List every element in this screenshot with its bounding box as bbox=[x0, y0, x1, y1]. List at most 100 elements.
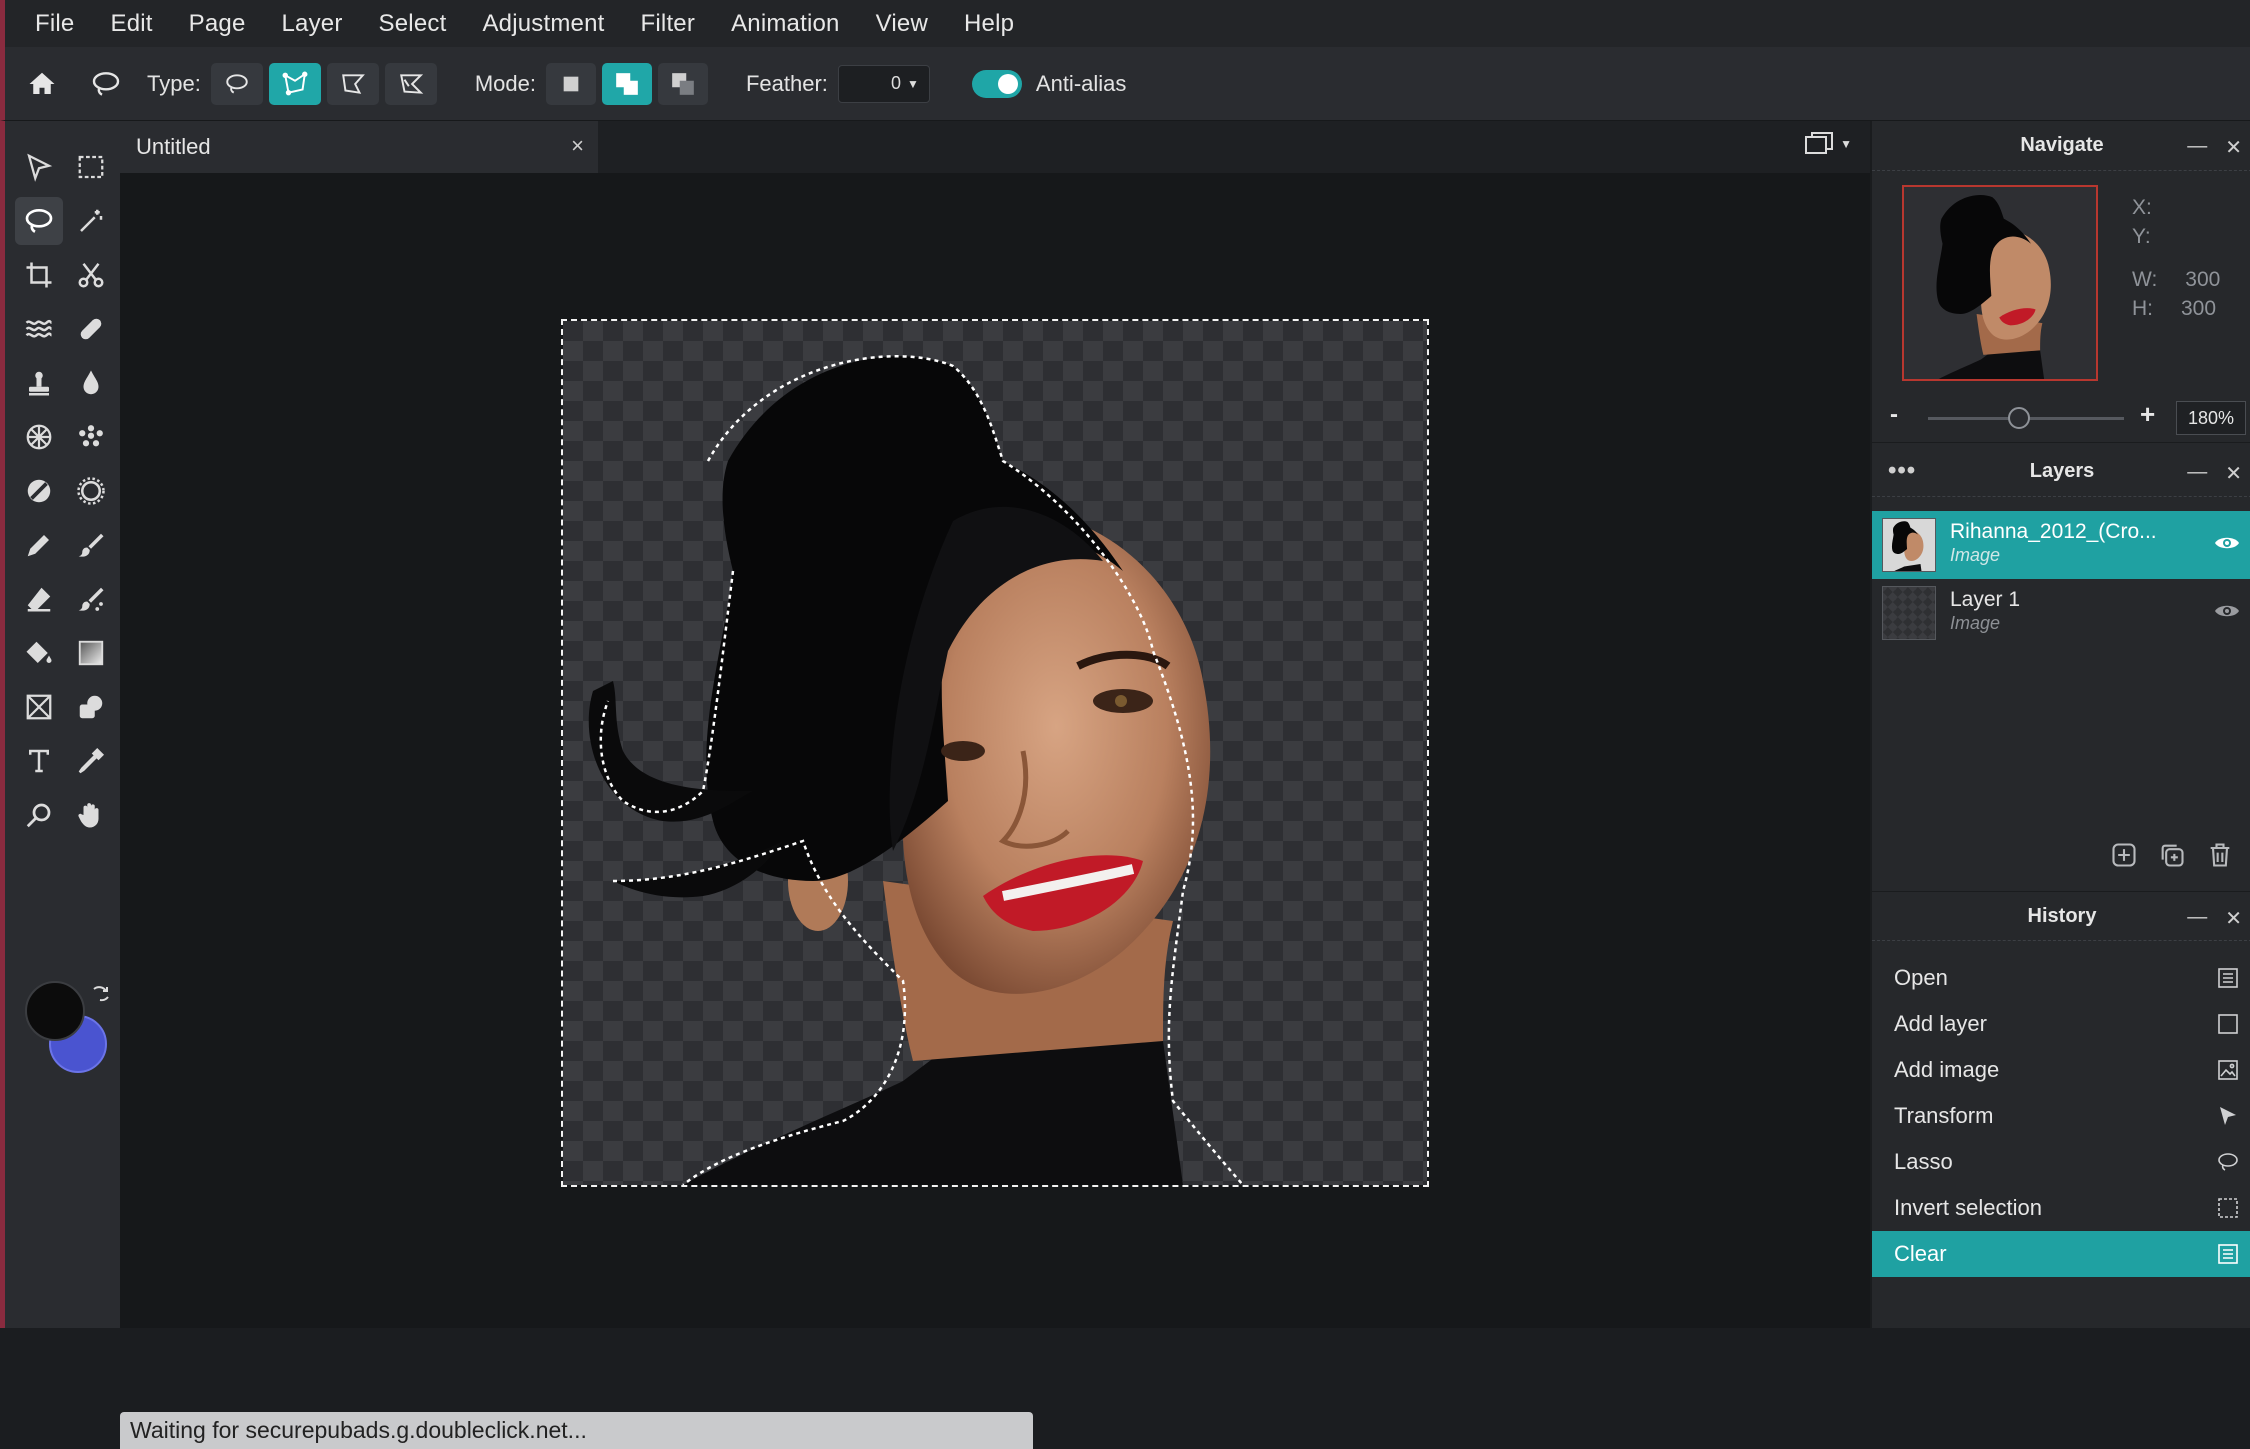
history-item[interactable]: Invert selection bbox=[1872, 1185, 2250, 1231]
menu-filter[interactable]: Filter bbox=[641, 10, 696, 38]
layer-row[interactable]: Layer 1 Image bbox=[1872, 579, 2250, 647]
zoom-out-button[interactable]: - bbox=[1890, 401, 1898, 429]
zoom-slider-knob[interactable] bbox=[2008, 407, 2030, 429]
options-bar: Type: Mode: Feather: 0 ▼ Anti-alias bbox=[0, 47, 2250, 121]
mode-new-button[interactable] bbox=[545, 62, 596, 105]
history-item-label: Add image bbox=[1894, 1057, 2000, 1082]
feather-input[interactable]: 0 ▼ bbox=[837, 64, 930, 103]
zoom-value-input[interactable]: 180% bbox=[2176, 401, 2246, 435]
menu-help[interactable]: Help bbox=[964, 10, 1014, 38]
close-icon[interactable]: ✕ bbox=[2225, 461, 2242, 486]
brush-icon[interactable] bbox=[67, 521, 115, 569]
close-icon[interactable]: ✕ bbox=[2225, 906, 2242, 931]
menu-animation[interactable]: Animation bbox=[731, 10, 840, 38]
lasso-tool-icon[interactable] bbox=[15, 197, 63, 245]
text-tool-icon[interactable] bbox=[15, 737, 63, 785]
minimize-icon[interactable]: — bbox=[2187, 135, 2207, 160]
trash-icon[interactable] bbox=[2206, 841, 2234, 874]
menu-edit[interactable]: Edit bbox=[110, 10, 152, 38]
close-icon[interactable]: × bbox=[571, 133, 584, 159]
scissors-icon[interactable] bbox=[67, 251, 115, 299]
history-item-label: Transform bbox=[1894, 1103, 1994, 1128]
history-item[interactable]: Add layer bbox=[1872, 1001, 2250, 1047]
stamp-icon[interactable] bbox=[15, 359, 63, 407]
menu-adjustment[interactable]: Adjustment bbox=[482, 10, 604, 38]
crop-tool-icon[interactable] bbox=[15, 251, 63, 299]
move-tool-icon[interactable] bbox=[15, 143, 63, 191]
menu-layer[interactable]: Layer bbox=[282, 10, 343, 38]
close-icon[interactable]: ✕ bbox=[2225, 135, 2242, 160]
history-title: History bbox=[2027, 904, 2097, 927]
navigate-panel-header: Navigate — ✕ bbox=[1872, 121, 2250, 171]
blur-icon[interactable] bbox=[67, 413, 115, 461]
portrait-image bbox=[588, 355, 1244, 1185]
menu-select[interactable]: Select bbox=[379, 10, 447, 38]
shape-icon[interactable] bbox=[67, 683, 115, 731]
navigate-title: Navigate bbox=[2020, 134, 2104, 156]
minimize-icon[interactable]: — bbox=[2187, 906, 2207, 931]
type-magnetic-button[interactable] bbox=[326, 62, 379, 105]
navigator-thumbnail[interactable] bbox=[1902, 185, 2098, 381]
history-item[interactable]: Add image bbox=[1872, 1047, 2250, 1093]
window-layout-button[interactable]: ▼ bbox=[1804, 131, 1852, 157]
drop-icon[interactable] bbox=[67, 359, 115, 407]
feather-value: 0 bbox=[891, 73, 902, 93]
eyedropper-icon[interactable] bbox=[67, 737, 115, 785]
minimize-icon[interactable]: — bbox=[2187, 461, 2207, 486]
history-item[interactable]: Transform bbox=[1872, 1093, 2250, 1139]
layer-square-icon bbox=[2216, 1012, 2240, 1042]
liquify-icon[interactable] bbox=[15, 305, 63, 353]
menu-file[interactable]: File bbox=[35, 10, 74, 38]
zoom-in-button[interactable]: + bbox=[2140, 399, 2155, 430]
home-icon[interactable] bbox=[19, 61, 65, 107]
navigator-coords: X: Y: W: 300 H: 300 bbox=[2132, 193, 2220, 323]
history-item[interactable]: Lasso bbox=[1872, 1139, 2250, 1185]
zoom-icon[interactable] bbox=[15, 791, 63, 839]
mode-add-button[interactable] bbox=[601, 62, 652, 105]
image-canvas[interactable] bbox=[561, 319, 1429, 1187]
menu-bar: File Edit Page Layer Select Adjustment F… bbox=[0, 0, 2250, 47]
eye-icon[interactable] bbox=[2214, 601, 2240, 626]
bandage-icon[interactable] bbox=[67, 305, 115, 353]
sponge-icon[interactable] bbox=[67, 467, 115, 515]
type-polygon-button[interactable] bbox=[268, 62, 321, 105]
history-item-label: Clear bbox=[1894, 1241, 1947, 1266]
pointer-icon bbox=[2216, 1104, 2240, 1134]
mode-subtract-button[interactable] bbox=[657, 62, 708, 105]
menu-view[interactable]: View bbox=[876, 10, 928, 38]
menu-page[interactable]: Page bbox=[189, 10, 246, 38]
foreground-color-swatch[interactable] bbox=[25, 981, 85, 1041]
antialias-toggle[interactable] bbox=[971, 69, 1022, 98]
layer-row[interactable]: Rihanna_2012_(Cro... Image bbox=[1872, 511, 2250, 579]
frame-icon[interactable] bbox=[15, 683, 63, 731]
layer-actions bbox=[2110, 841, 2234, 874]
smudge-brush-icon[interactable] bbox=[67, 575, 115, 623]
gradient-icon[interactable] bbox=[67, 629, 115, 677]
h-value: 300 bbox=[2181, 297, 2217, 320]
type-segment bbox=[210, 62, 437, 105]
type-freehand-button[interactable] bbox=[210, 62, 263, 105]
paint-bucket-icon[interactable] bbox=[15, 629, 63, 677]
type-magnetic-alt-button[interactable] bbox=[384, 62, 437, 105]
eye-icon[interactable] bbox=[2214, 533, 2240, 558]
add-layer-icon[interactable] bbox=[2110, 841, 2138, 874]
more-options-icon[interactable]: ••• bbox=[1888, 457, 1916, 485]
image-icon bbox=[2216, 1058, 2240, 1088]
dodge-icon[interactable] bbox=[15, 467, 63, 515]
layer-type: Image bbox=[1950, 545, 2001, 565]
w-label: W: bbox=[2132, 268, 2158, 291]
marquee-tool-icon[interactable] bbox=[67, 143, 115, 191]
mode-segment bbox=[545, 62, 708, 105]
magic-wand-icon[interactable] bbox=[67, 197, 115, 245]
hand-icon[interactable] bbox=[67, 791, 115, 839]
pencil-icon[interactable] bbox=[15, 521, 63, 569]
toolbox bbox=[0, 121, 120, 1328]
duplicate-layer-icon[interactable] bbox=[2158, 841, 2186, 874]
eraser-icon[interactable] bbox=[15, 575, 63, 623]
document-tab[interactable]: Untitled × bbox=[120, 121, 598, 173]
swap-colors-icon[interactable] bbox=[89, 981, 113, 1010]
layers-panel-header: ••• Layers — ✕ bbox=[1872, 447, 2250, 497]
history-item[interactable]: Clear bbox=[1872, 1231, 2250, 1277]
pattern-icon[interactable] bbox=[15, 413, 63, 461]
history-item[interactable]: Open bbox=[1872, 955, 2250, 1001]
